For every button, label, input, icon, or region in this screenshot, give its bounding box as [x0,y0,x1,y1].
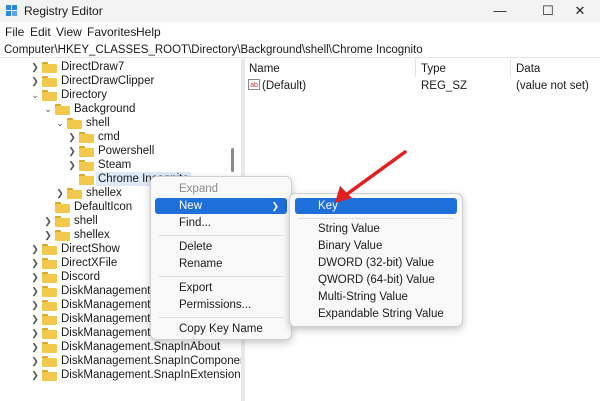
annotation-arrow-icon [335,150,407,203]
